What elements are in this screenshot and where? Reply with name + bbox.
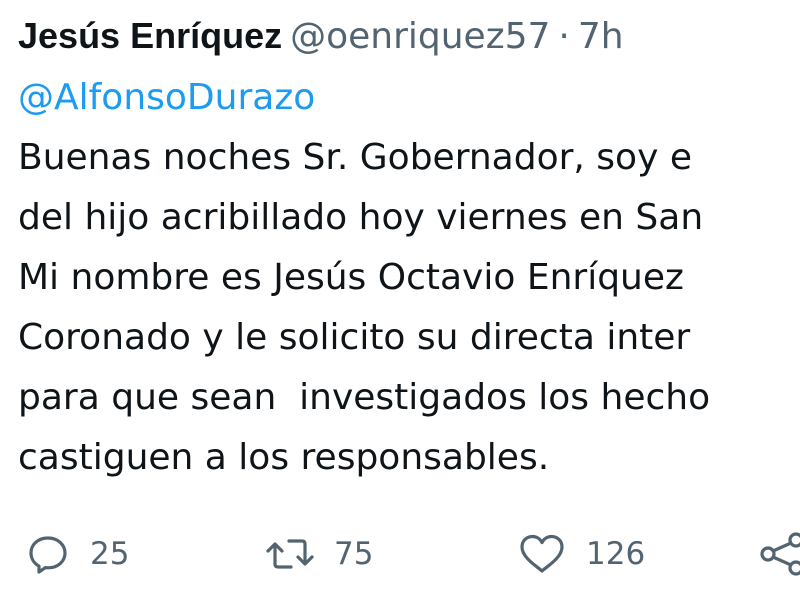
reply-button[interactable]: 25	[24, 524, 129, 584]
tweet-body-line: para que sean investigados los hecho	[18, 377, 711, 418]
tweet-timestamp[interactable]: 7h	[578, 16, 624, 57]
tweet-actions: 25 75 126	[0, 524, 800, 584]
author-display-name[interactable]: Jesús Enríquez	[18, 15, 282, 56]
tweet-body-line: Coronado y le solicito su directa inter	[18, 317, 691, 358]
tweet-header: Jesús Enríquez @oenriquez57 · 7h	[18, 12, 624, 61]
retweet-icon	[264, 530, 316, 578]
heart-icon	[516, 530, 568, 578]
mention-link[interactable]: @AlfonsoDurazo	[18, 74, 315, 122]
tweet-body: Buenas noches Sr. Gobernador, soy e del …	[18, 128, 800, 488]
retweet-count: 75	[334, 536, 374, 572]
tweet-body-line: del hijo acribillado hoy viernes en San	[18, 197, 704, 238]
share-icon	[760, 530, 800, 578]
tweet-body-line: Buenas noches Sr. Gobernador, soy e	[18, 137, 692, 178]
like-button[interactable]: 126	[516, 524, 645, 584]
author-handle[interactable]: @oenriquez57	[290, 16, 550, 57]
retweet-button[interactable]: 75	[264, 524, 373, 584]
tweet-body-line: Mi nombre es Jesús Octavio Enríquez	[18, 257, 684, 298]
tweet-body-line: castiguen a los responsables.	[18, 437, 550, 478]
reply-count: 25	[90, 536, 130, 572]
share-button[interactable]	[760, 524, 800, 584]
reply-icon	[24, 530, 72, 578]
separator-dot: ·	[558, 16, 570, 57]
like-count: 126	[586, 536, 646, 572]
